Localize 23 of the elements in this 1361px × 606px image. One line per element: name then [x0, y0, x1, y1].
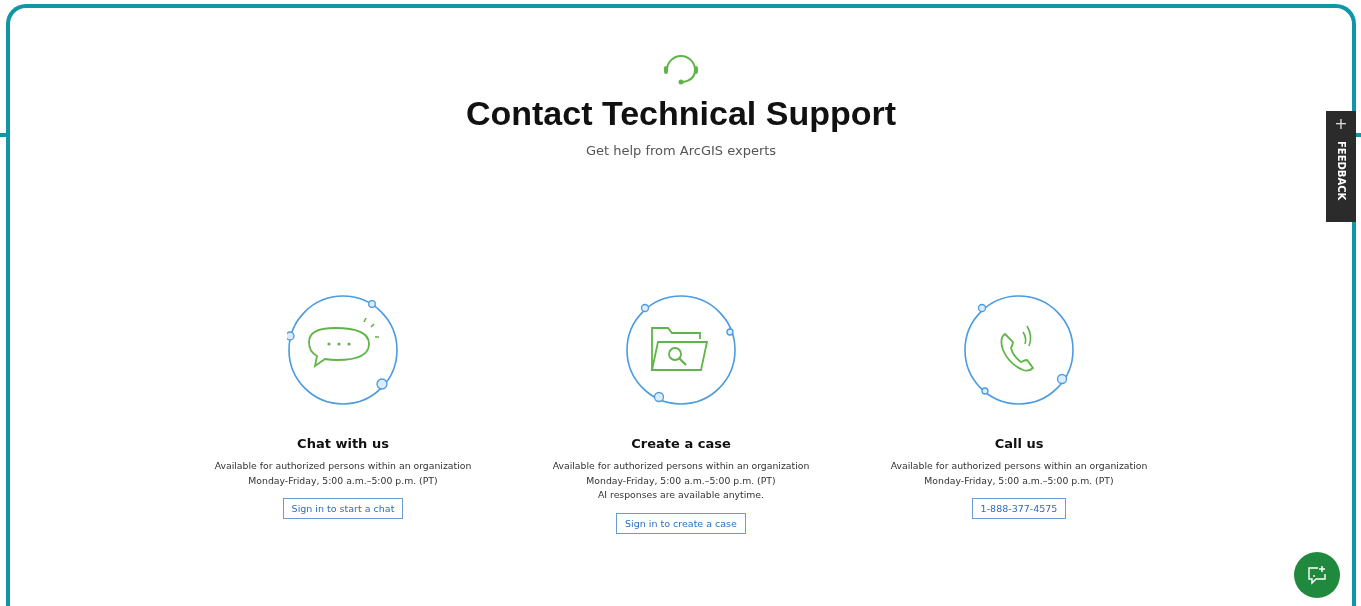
feedback-label: FEEDBACK — [1335, 141, 1347, 201]
chat-bubble-icon — [287, 294, 399, 406]
page-title: Contact Technical Support — [465, 94, 897, 133]
availability-text: AI responses are available anytime. — [597, 488, 764, 502]
action-button[interactable]: Sign in to start a chat — [282, 498, 404, 519]
card-title: Chat with us — [297, 436, 389, 451]
availability-text: Monday-Friday, 5:00 a.m.–5:00 p.m. (PT) — [924, 473, 1114, 488]
availability-text: Monday-Friday, 5:00 a.m.–5:00 p.m. (PT) — [586, 473, 776, 488]
availability-text: Available for authorized persons within an organization — [214, 459, 472, 473]
availability-text: Available for authorized persons within an organization — [890, 459, 1148, 473]
availability-text: Monday-Friday, 5:00 a.m.–5:00 p.m. (PT) — [248, 473, 438, 488]
card-title: Create a case — [631, 436, 731, 451]
action-button[interactable]: Sign in to create a case — [616, 512, 746, 534]
page-subtitle: Get help from ArcGIS experts — [585, 143, 777, 158]
phone-icon — [963, 294, 1075, 406]
folder-search-icon — [625, 294, 737, 406]
card-title: Call us — [994, 436, 1044, 451]
feedback-tab[interactable]: + FEEDBACK — [1326, 111, 1356, 222]
action-button[interactable]: 1-888-377-4575 — [971, 498, 1067, 519]
availability-text: Available for authorized persons within an organization — [552, 459, 810, 473]
assistant-button[interactable] — [1294, 552, 1340, 598]
plus-icon: + — [1334, 115, 1348, 133]
chat-sparkle-icon — [1306, 565, 1328, 585]
